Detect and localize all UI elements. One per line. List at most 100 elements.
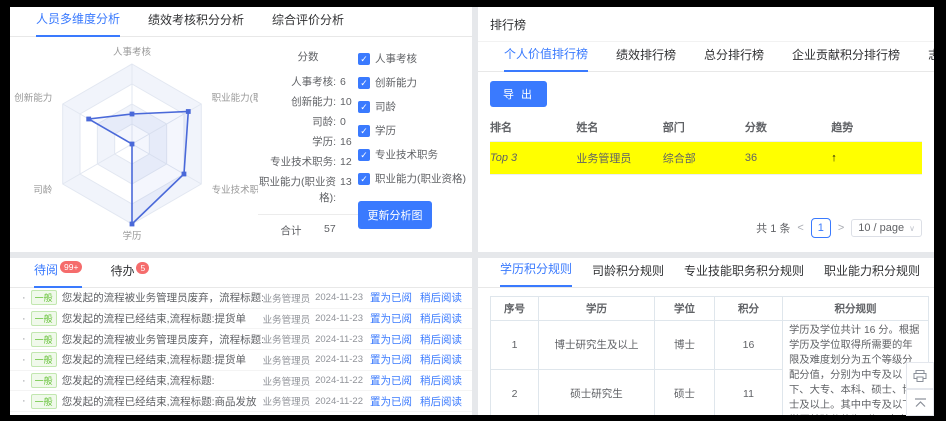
table-row[interactable]: Top 3 业务管理员 综合部 36 ↑ — [490, 142, 922, 175]
rules-panel: 学历积分规则 司龄积分规则 专业技能职务积分规则 职业能力积分规则 创新能力积分… — [478, 258, 934, 415]
svg-text:人事考核: 人事考核 — [113, 46, 152, 58]
score-summary: 分数 人事考核: 6 创新能力: 10 司龄: 0 学历: 16 — [258, 49, 358, 252]
list-item[interactable]: · 一般 您发起的流程已经结束,流程标题:商品发放 业务管理员 2024-11-… — [10, 391, 472, 412]
mark-read-link[interactable]: 置为已阅 — [370, 290, 412, 305]
read-later-link[interactable]: 稍后阅读 — [420, 311, 462, 326]
filter-checkbox-personnel[interactable]: ✓ 人事考核 — [358, 51, 470, 66]
name-value: 业务管理员 — [576, 142, 662, 175]
mark-read-link[interactable]: 置为已阅 — [370, 394, 412, 409]
checkbox-checked-icon: ✓ — [358, 101, 370, 113]
filter-checkbox-vocational[interactable]: ✓ 职业能力(职业资格) — [358, 171, 470, 186]
mark-read-link[interactable]: 置为已阅 — [370, 311, 412, 326]
export-button[interactable]: 导 出 — [490, 81, 547, 107]
read-later-link[interactable]: 稍后阅读 — [420, 373, 462, 388]
message-text: 您发起的流程被业务管理员废弃，流程标题:提货单，废弃说明: — [62, 290, 263, 305]
tab-technical-title-rule[interactable]: 专业技能职务积分规则 — [684, 262, 804, 287]
tab-performance-ranking[interactable]: 绩效排行榜 — [616, 46, 676, 71]
tab-to-read[interactable]: 待阅99+ — [34, 261, 82, 288]
tab-education-rule[interactable]: 学历积分规则 — [500, 260, 572, 287]
inbox-tab-bar: 待阅99+ 待办5 — [10, 258, 472, 288]
checkbox-checked-icon: ✓ — [358, 125, 370, 137]
filter-checkbox-technical-title[interactable]: ✓ 专业技术职务 — [358, 147, 470, 162]
message-text: 您发起的流程已经结束,流程标题:提货单 — [62, 352, 263, 367]
list-item[interactable]: · 一般 您发起的流程被业务管理员废弃，流程标题:提货单，废弃说明: 业务管理员… — [10, 329, 472, 350]
tab-total-score-ranking[interactable]: 总分排行榜 — [704, 46, 764, 71]
rules-table-header-row: 序号 学历 学位 积分 积分规则 — [491, 297, 929, 321]
priority-tag: 一般 — [31, 332, 57, 347]
pagination: 共 1 条 < 1 > 10 / page ∨ — [756, 218, 922, 238]
dimension-filters: ✓ 人事考核 ✓ 创新能力 ✓ 司龄 ✓ 学历 ✓ 专业技术职务 — [358, 51, 470, 252]
trend-up-icon: ↑ — [831, 152, 837, 164]
page-size-select[interactable]: 10 / page ∨ — [851, 219, 922, 237]
mark-read-link[interactable]: 置为已阅 — [370, 373, 412, 388]
tab-person-multidimension[interactable]: 人员多维度分析 — [36, 10, 120, 37]
list-item[interactable]: · 一般 您发起的流程已经结束,流程标题:提货单 业务管理员 2024-11-2… — [10, 350, 472, 371]
next-page-icon[interactable]: > — [838, 222, 844, 234]
to-do-badge: 5 — [136, 262, 149, 274]
score-row: 专业技术职务: 12 — [258, 154, 358, 170]
score-total-row: 合计 57 — [258, 214, 358, 238]
tab-vocational-rule[interactable]: 职业能力积分规则 — [824, 262, 920, 287]
score-header: 分数 — [258, 49, 358, 64]
message-date: 2024-11-22 — [315, 396, 363, 407]
message-sender: 业务管理员 — [263, 353, 311, 367]
read-later-link[interactable]: 稍后阅读 — [420, 332, 462, 347]
read-later-link[interactable]: 稍后阅读 — [420, 290, 462, 305]
list-item[interactable]: · 一般 您发起的流程已经结束,流程标题:提货单 业务管理员 2024-11-2… — [10, 309, 472, 330]
mark-read-link[interactable]: 置为已阅 — [370, 352, 412, 367]
to-read-badge: 99+ — [60, 261, 82, 273]
tab-volunteer-score-ranking[interactable]: 志愿者积分排行榜 — [928, 46, 934, 71]
col-score: 分数 — [745, 113, 831, 142]
filter-checkbox-tenure[interactable]: ✓ 司龄 — [358, 99, 470, 114]
back-to-top-button[interactable] — [906, 389, 934, 416]
bullet-icon: · — [22, 333, 26, 345]
mark-read-link[interactable]: 置为已阅 — [370, 332, 412, 347]
col-trend: 趋势 — [831, 113, 922, 142]
rules-tab-bar: 学历积分规则 司龄积分规则 专业技能职务积分规则 职业能力积分规则 创新能力积分… — [478, 258, 934, 288]
inbox-panel: 待阅99+ 待办5 · 一般 您发起的流程被业务管理员废弃，流程标题:提货单，废… — [10, 258, 472, 415]
message-text: 您发起的流程已经结束,流程标题: — [62, 373, 263, 388]
ranking-panel: 排行榜 个人价值排行榜 绩效排行榜 总分排行榜 企业贡献积分排行榜 志愿者积分排… — [478, 7, 934, 252]
col-rank: 排名 — [490, 113, 576, 142]
analysis-panel: 人员多维度分析 绩效考核积分分析 综合评价分析 人事考核职业能力(职业) 专业技术… — [10, 7, 472, 252]
tab-comprehensive-analysis[interactable]: 综合评价分析 — [272, 11, 344, 36]
filter-checkbox-education[interactable]: ✓ 学历 — [358, 123, 470, 138]
message-sender: 业务管理员 — [263, 332, 311, 346]
bullet-icon: · — [22, 354, 26, 366]
pagination-total: 共 1 条 — [756, 220, 790, 236]
col-dept: 部门 — [663, 113, 745, 142]
col-degree: 学位 — [655, 297, 715, 321]
printer-button[interactable] — [906, 362, 934, 389]
message-date: 2024-11-22 — [315, 375, 363, 386]
tab-personal-value-ranking[interactable]: 个人价值排行榜 — [504, 45, 588, 72]
rules-table: 序号 学历 学位 积分 积分规则 1 博士研究生及以上 博士 16 学历及学位共… — [490, 296, 929, 415]
list-item[interactable]: · 一般 您发起的流程被业务管理员废弃，流程标题:提货单，废弃说明: 业务管理员… — [10, 288, 472, 309]
tab-enterprise-contribution-ranking[interactable]: 企业贡献积分排行榜 — [792, 46, 900, 71]
tab-performance-score-analysis[interactable]: 绩效考核积分分析 — [148, 11, 244, 36]
tab-to-do[interactable]: 待办5 — [110, 262, 149, 287]
list-item[interactable]: · 一般 您发起的流程已经结束,流程标题: 业务管理员 2024-11-22 置… — [10, 371, 472, 392]
chevron-down-icon: ∨ — [909, 224, 915, 233]
score-value: 36 — [745, 142, 831, 175]
bullet-icon: · — [22, 292, 26, 304]
prev-page-icon[interactable]: < — [797, 222, 803, 234]
bullet-icon: · — [22, 313, 26, 325]
ranking-table: 排名 姓名 部门 分数 趋势 Top 3 业务管理员 综合部 36 ↑ — [490, 113, 922, 175]
filter-checkbox-innovation[interactable]: ✓ 创新能力 — [358, 75, 470, 90]
message-sender: 业务管理员 — [263, 312, 311, 326]
message-date: 2024-11-23 — [315, 292, 363, 303]
page-number-button[interactable]: 1 — [811, 218, 831, 238]
read-later-link[interactable]: 稍后阅读 — [420, 394, 462, 409]
inbox-list: · 一般 您发起的流程被业务管理员废弃，流程标题:提货单，废弃说明: 业务管理员… — [10, 288, 472, 412]
dept-value: 综合部 — [663, 142, 745, 175]
priority-tag: 一般 — [31, 352, 57, 367]
checkbox-checked-icon: ✓ — [358, 77, 370, 89]
priority-tag: 一般 — [31, 373, 57, 388]
ranking-table-header-row: 排名 姓名 部门 分数 趋势 — [490, 113, 922, 142]
tab-tenure-rule[interactable]: 司龄积分规则 — [592, 262, 664, 287]
update-chart-button[interactable]: 更新分析图 — [358, 201, 432, 229]
read-later-link[interactable]: 稍后阅读 — [420, 352, 462, 367]
score-row: 司龄: 0 — [258, 114, 358, 130]
score-row: 创新能力: 10 — [258, 94, 358, 110]
svg-text:职业能力(职业): 职业能力(职业) — [212, 92, 258, 104]
